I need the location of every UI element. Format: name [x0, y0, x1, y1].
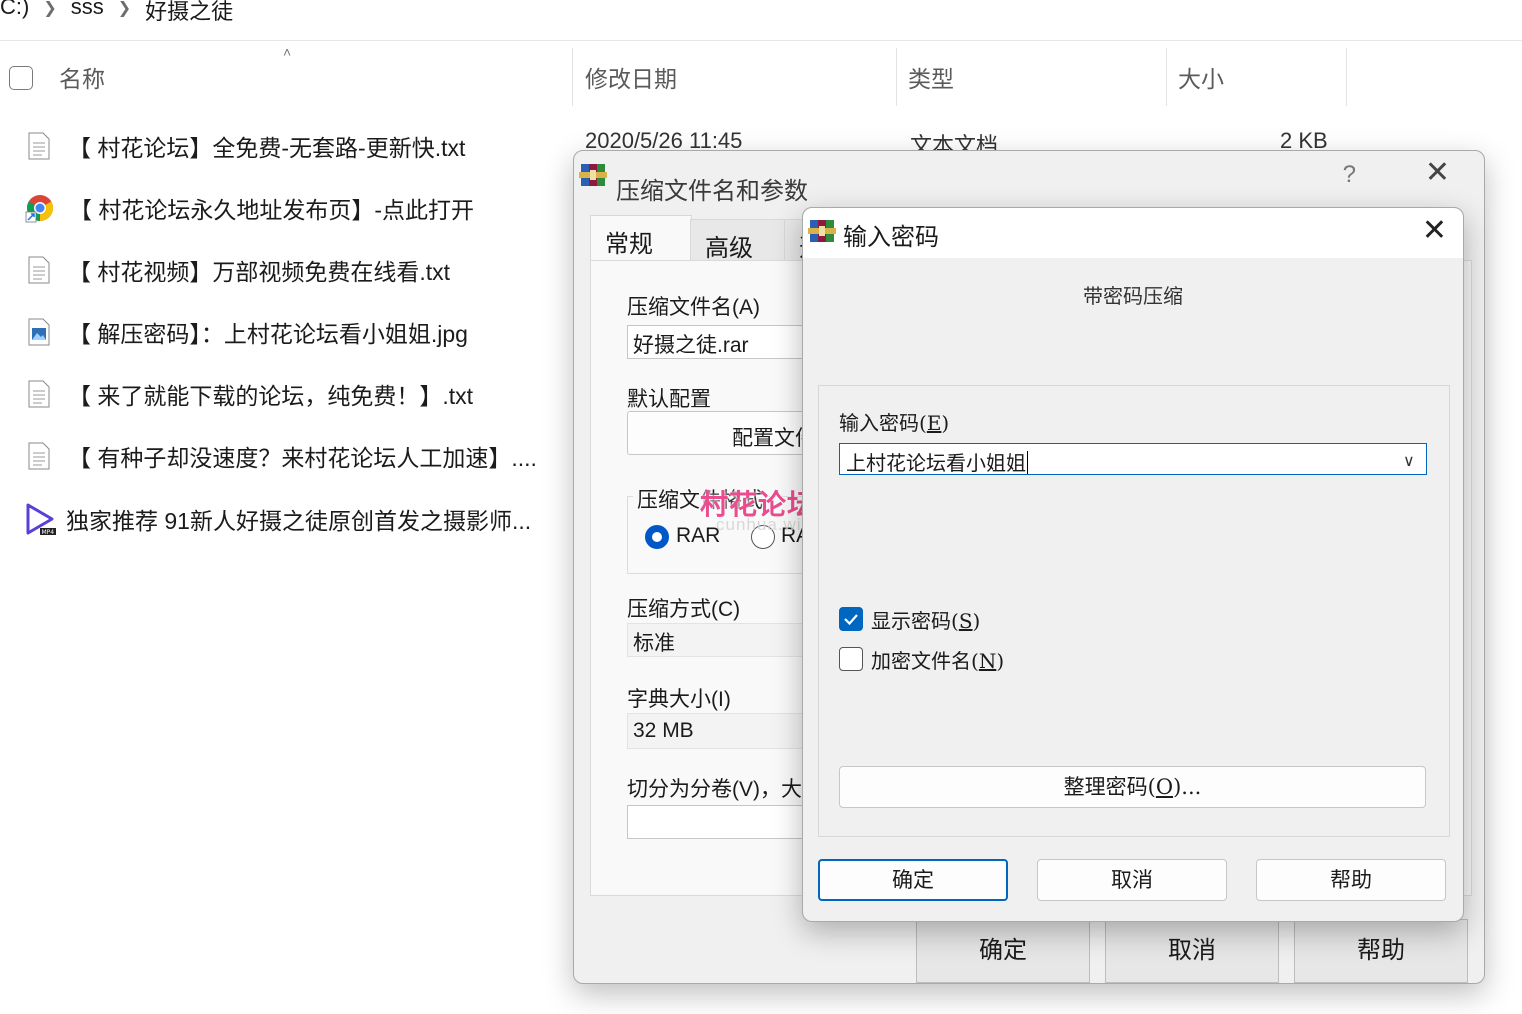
file-row[interactable]: 【 解压密码】：上村花论坛看小姐姐.jpg: [28, 312, 468, 352]
breadcrumb-current-folder[interactable]: 好摄之徒: [145, 0, 233, 26]
winrar-icon: [579, 164, 607, 186]
file-name: 独家推荐 91新人好摄之徒原创首发之摄影师...: [66, 508, 532, 534]
dialog-title: 输入密码: [843, 224, 939, 251]
forum-watermark-url: cunhua.win: [716, 515, 813, 534]
file-name: 【 有种子却没速度？来村花论坛人工加速】....: [68, 445, 537, 471]
file-name: 【 解压密码】：上村花论坛看小姐姐.jpg: [68, 321, 468, 347]
password-input[interactable]: 上村花论坛看小姐姐: [839, 443, 1427, 475]
column-divider[interactable]: [1166, 48, 1167, 106]
format-rar-radio[interactable]: [645, 525, 669, 549]
text-file-icon: [28, 132, 50, 160]
show-password-label: 显示密码(S): [871, 609, 981, 633]
file-name: 【 村花视频】万部视频免费在线看.txt: [68, 259, 451, 285]
chevron-down-icon[interactable]: ∨: [1403, 451, 1415, 471]
archive-name-label: 压缩文件名(A): [627, 296, 760, 319]
text-file-icon: [28, 256, 50, 284]
ok-button[interactable]: 确定: [818, 859, 1008, 901]
help-button[interactable]: 帮助: [1294, 919, 1468, 983]
column-header-size[interactable]: 大小: [1178, 60, 1224, 94]
column-header-name[interactable]: 名称: [59, 60, 105, 94]
column-header-modified[interactable]: 修改日期: [585, 60, 677, 94]
column-divider[interactable]: [1346, 48, 1347, 106]
svg-text:MP4: MP4: [42, 529, 55, 536]
chevron-right-icon: ❯: [117, 0, 132, 17]
file-row[interactable]: 【 村花论坛】全免费-无套路-更新快.txt: [28, 126, 465, 166]
chrome-shortcut-icon: [25, 195, 54, 223]
file-row[interactable]: MP4 独家推荐 91新人好摄之徒原创首发之摄影师...: [24, 499, 531, 539]
help-icon[interactable]: ?: [1343, 161, 1356, 189]
password-dialog: 输入密码 ✕ 带密码压缩 输入密码(E) 上村花论坛看小姐姐 ∨ 显示密码(S)…: [802, 207, 1464, 922]
checkmark-icon: [844, 614, 858, 626]
text-file-icon: [28, 380, 50, 408]
split-volumes-label: 切分为分卷(V)，大: [627, 778, 802, 801]
breadcrumb-folder-sss[interactable]: sss: [71, 0, 104, 20]
split-volumes-input[interactable]: [627, 805, 827, 839]
close-icon[interactable]: ✕: [1422, 213, 1447, 248]
breadcrumb-drive[interactable]: C:): [0, 0, 29, 20]
file-row[interactable]: 【 有种子却没速度？来村花论坛人工加速】....: [28, 436, 537, 476]
file-modified-date: 2020/5/26 11:45: [585, 128, 743, 150]
tab-general[interactable]: 常规: [590, 215, 692, 265]
ok-button[interactable]: 确定: [916, 919, 1090, 983]
default-profile-label: 默认配置: [627, 388, 711, 411]
dialog-subtitle: 带密码压缩: [1083, 284, 1183, 308]
file-row[interactable]: 【 来了就能下载的论坛，纯免费！】.txt: [28, 374, 473, 414]
encrypt-filenames-checkbox[interactable]: [839, 647, 863, 671]
chevron-right-icon: ❯: [43, 0, 57, 17]
file-row[interactable]: 【 村花论坛永久地址发布页】-点此打开: [25, 188, 475, 228]
file-type: 文本文档: [910, 133, 999, 150]
help-button[interactable]: 帮助: [1256, 859, 1446, 901]
column-header-type[interactable]: 类型: [908, 60, 954, 94]
text-file-icon: [28, 442, 50, 470]
image-file-icon: [28, 318, 50, 346]
file-name: 【 来了就能下载的论坛，纯免费！】.txt: [68, 383, 474, 409]
file-size: 2 KB: [1280, 128, 1328, 150]
file-name: 【 村花论坛】全免费-无套路-更新快.txt: [68, 135, 466, 161]
sort-ascending-icon: ˄: [283, 44, 292, 60]
file-row[interactable]: 【 村花视频】万部视频免费在线看.txt: [28, 250, 450, 290]
breadcrumb: C:) ❯ sss ❯ 好摄之徒: [0, 0, 233, 40]
close-icon[interactable]: ✕: [1425, 155, 1450, 190]
header-divider: [0, 40, 1522, 41]
password-label: 输入密码(E): [839, 411, 950, 435]
cancel-button[interactable]: 取消: [1105, 919, 1279, 983]
select-all-checkbox[interactable]: [9, 66, 33, 90]
column-divider[interactable]: [896, 48, 897, 106]
dictionary-size-select[interactable]: 32 MB: [627, 713, 827, 749]
format-rar-label: RAR: [676, 524, 721, 547]
file-name: 【 村花论坛永久地址发布页】-点此打开: [69, 197, 475, 223]
profiles-button[interactable]: 配置文件: [627, 411, 827, 455]
dictionary-size-label: 字典大小(I): [627, 688, 731, 711]
show-password-checkbox[interactable]: [839, 607, 863, 631]
compression-method-select[interactable]: 标准: [627, 623, 827, 657]
encrypt-filenames-label: 加密文件名(N): [871, 649, 1005, 673]
video-file-icon: MP4: [26, 503, 56, 536]
column-divider[interactable]: [572, 48, 573, 106]
compression-method-label: 压缩方式(C): [627, 598, 741, 621]
organize-passwords-button[interactable]: 整理密码(O)...: [839, 766, 1426, 808]
winrar-icon: [808, 220, 836, 242]
cancel-button[interactable]: 取消: [1037, 859, 1227, 901]
archive-name-input[interactable]: 好摄之徒.rar: [627, 325, 827, 359]
dialog-title: 压缩文件名和参数: [616, 178, 808, 205]
